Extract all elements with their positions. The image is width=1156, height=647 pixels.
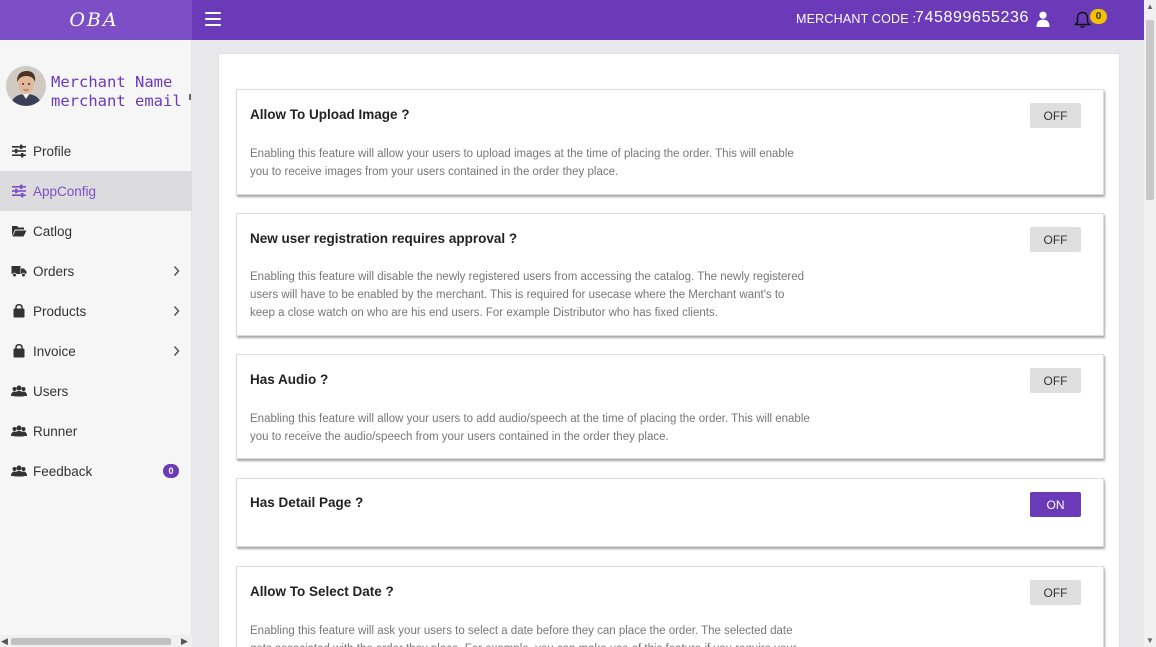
scroll-left-arrow-icon[interactable]: ◀ bbox=[1, 636, 8, 647]
users-icon bbox=[11, 385, 27, 397]
setting-description: Enabling this feature will ask your user… bbox=[250, 625, 797, 647]
setting-card-select-date: Allow To Select Date ? OFF Enabling this… bbox=[236, 566, 1104, 647]
users-icon bbox=[11, 465, 27, 477]
chevron-right-icon bbox=[173, 306, 180, 316]
scrollbar-thumb[interactable] bbox=[1146, 20, 1154, 200]
sidebar: Merchant Name merchant email Profile App… bbox=[0, 40, 192, 647]
setting-title: Allow To Select Date ? bbox=[250, 584, 394, 599]
sidebar-item-label: Invoice bbox=[33, 343, 76, 359]
setting-title: New user registration requires approval … bbox=[250, 231, 518, 246]
setting-card-detail-page: Has Detail Page ? ON bbox=[236, 478, 1104, 547]
folder-open-icon bbox=[12, 226, 27, 237]
upload-image-toggle[interactable]: OFF bbox=[1030, 103, 1081, 128]
setting-card-has-audio: Has Audio ? OFF Enabling this feature wi… bbox=[236, 354, 1104, 459]
settings-panel: Allow To Upload Image ? OFF Enabling thi… bbox=[218, 53, 1120, 647]
sidebar-nav: Profile AppConfig Catlog Orders Products… bbox=[0, 131, 192, 491]
registration-approval-toggle[interactable]: OFF bbox=[1030, 227, 1081, 252]
sidebar-item-feedback[interactable]: Feedback 0 bbox=[0, 451, 192, 491]
bell-icon[interactable] bbox=[1074, 11, 1091, 29]
sidebar-item-catlog[interactable]: Catlog bbox=[0, 211, 192, 251]
sidebar-item-label: Catlog bbox=[33, 223, 73, 239]
sidebar-item-products[interactable]: Products bbox=[0, 291, 192, 331]
page-vertical-scrollbar[interactable]: ▲ ▼ bbox=[1144, 0, 1156, 647]
users-icon bbox=[11, 425, 27, 437]
sidebar-item-label: AppConfig bbox=[33, 183, 97, 199]
top-bar: OBA MERCHANT CODE : 745899655236 0 bbox=[0, 0, 1144, 40]
avatar[interactable] bbox=[6, 66, 46, 106]
sidebar-item-label: Profile bbox=[33, 143, 72, 159]
sidebar-item-label: Runner bbox=[33, 423, 78, 439]
setting-card-registration-approval: New user registration requires approval … bbox=[236, 213, 1104, 336]
sidebar-item-label: Feedback bbox=[33, 463, 93, 479]
merchant-code-value: 745899655236 bbox=[915, 9, 1029, 26]
select-date-toggle[interactable]: OFF bbox=[1030, 580, 1081, 605]
shopping-bag-icon bbox=[13, 304, 25, 318]
chevron-right-icon bbox=[173, 266, 180, 276]
sidebar-item-appconfig[interactable]: AppConfig bbox=[0, 171, 192, 211]
setting-card-upload-image: Allow To Upload Image ? OFF Enabling thi… bbox=[236, 89, 1104, 195]
sidebar-item-profile[interactable]: Profile bbox=[0, 131, 192, 171]
sidebar-item-invoice[interactable]: Invoice bbox=[0, 331, 192, 371]
scroll-up-arrow-icon[interactable]: ▲ bbox=[1146, 2, 1154, 11]
resize-handle bbox=[189, 94, 191, 100]
merchant-name: Merchant Name bbox=[51, 73, 173, 91]
sliders-icon bbox=[12, 184, 26, 198]
shopping-bag-icon bbox=[13, 344, 25, 358]
merchant-email: merchant email bbox=[51, 92, 182, 110]
setting-title: Has Audio ? bbox=[250, 372, 329, 387]
sidebar-item-runner[interactable]: Runner bbox=[0, 411, 192, 451]
sidebar-item-label: Orders bbox=[33, 263, 75, 279]
setting-title: Allow To Upload Image ? bbox=[250, 107, 410, 122]
sidebar-item-orders[interactable]: Orders bbox=[0, 251, 192, 291]
has-audio-toggle[interactable]: OFF bbox=[1030, 368, 1081, 393]
sidebar-horizontal-scrollbar[interactable]: ◀ ▶ bbox=[0, 635, 192, 647]
brand-logo[interactable]: OBA bbox=[0, 0, 192, 40]
sidebar-item-label: Users bbox=[33, 383, 69, 399]
scroll-down-arrow-icon[interactable]: ▼ bbox=[1146, 636, 1154, 645]
truck-icon bbox=[11, 266, 27, 278]
chevron-right-icon bbox=[173, 346, 180, 356]
setting-description: Enabling this feature will disable the n… bbox=[250, 271, 804, 319]
sidebar-item-label: Products bbox=[33, 303, 87, 319]
menu-icon[interactable] bbox=[205, 12, 221, 26]
sidebar-item-users[interactable]: Users bbox=[0, 371, 192, 411]
scroll-right-arrow-icon[interactable]: ▶ bbox=[181, 636, 188, 647]
setting-description: Enabling this feature will allow your us… bbox=[250, 413, 810, 443]
notification-badge: 0 bbox=[1090, 9, 1107, 24]
sliders-icon bbox=[12, 144, 26, 158]
detail-page-toggle[interactable]: ON bbox=[1030, 492, 1081, 517]
merchant-code-label: MERCHANT CODE : bbox=[796, 12, 917, 26]
setting-title: Has Detail Page ? bbox=[250, 495, 364, 510]
setting-description: Enabling this feature will allow your us… bbox=[250, 148, 794, 178]
feedback-count-badge: 0 bbox=[163, 464, 179, 478]
user-icon[interactable] bbox=[1036, 11, 1050, 27]
avatar-image bbox=[6, 66, 46, 106]
scrollbar-thumb[interactable] bbox=[11, 638, 171, 645]
